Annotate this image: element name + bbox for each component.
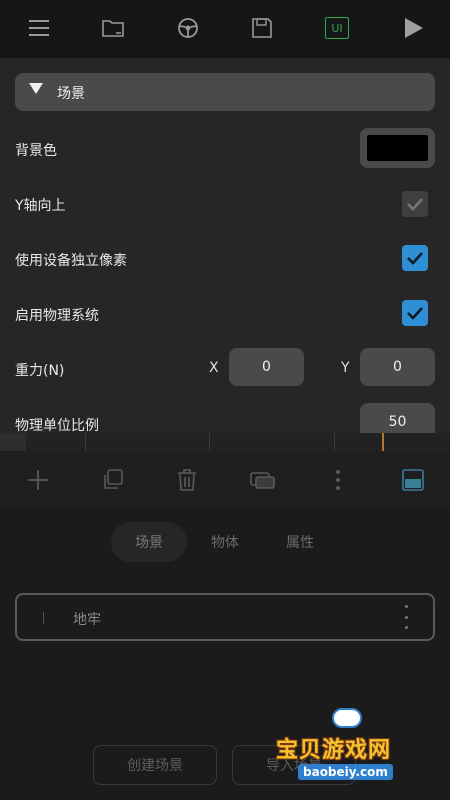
check-icon	[407, 198, 423, 211]
hierarchy-toolbar	[0, 451, 450, 509]
check-icon	[407, 252, 423, 265]
watermark-logo: 宝贝游戏网 baobeiy.com	[276, 706, 446, 786]
y-axis-up-label: Y轴向上	[15, 198, 66, 214]
collapse-arrow-icon	[29, 83, 43, 94]
enable-physics-checkbox[interactable]	[402, 300, 428, 326]
tab-objects[interactable]: 物体	[187, 522, 263, 562]
gravity-label: 重力(N)	[15, 363, 65, 379]
layers-icon[interactable]	[249, 466, 277, 494]
scene-list-item[interactable]: 地牢	[15, 593, 435, 641]
duplicate-icon[interactable]	[99, 466, 127, 494]
device-pixels-label: 使用设备独立像素	[15, 253, 127, 269]
splitter-tick	[85, 433, 86, 451]
more-vertical-icon[interactable]	[324, 466, 352, 494]
tab-scene[interactable]: 场景	[111, 522, 187, 562]
panel-toggle-icon[interactable]	[399, 466, 427, 494]
menu-icon[interactable]	[25, 14, 53, 42]
trash-icon[interactable]	[173, 466, 201, 494]
color-swatch-fill	[367, 135, 428, 161]
top-toolbar: UI	[0, 0, 450, 58]
watermark-url: baobeiy.com	[298, 764, 393, 780]
scene-section-header[interactable]: 场景	[15, 73, 435, 111]
steering-wheel-icon[interactable]	[174, 14, 202, 42]
splitter-tick	[209, 433, 210, 451]
scene-name: 地牢	[73, 612, 101, 628]
panel-splitter[interactable]	[0, 433, 450, 451]
ui-label: UI	[325, 17, 349, 39]
background-color-picker[interactable]	[360, 128, 435, 168]
play-icon[interactable]	[399, 14, 427, 42]
splitter-grip[interactable]	[0, 433, 26, 451]
physics-unit-label: 物理单位比例	[15, 418, 99, 433]
physics-unit-input[interactable]: 50	[360, 403, 435, 433]
splitter-tick	[334, 433, 335, 451]
tab-properties[interactable]: 属性	[262, 522, 338, 562]
enable-physics-label: 启用物理系统	[15, 308, 99, 324]
properties-panel: 场景 背景色 Y轴向上 使用设备独立像素 启用物理系统 重力(N) X 0 Y …	[0, 58, 450, 433]
gamepad-icon	[332, 708, 362, 728]
gravity-x-input[interactable]: 0	[229, 348, 304, 386]
folder-icon[interactable]	[99, 14, 127, 42]
tree-indent-line	[43, 612, 44, 624]
gravity-y-input[interactable]: 0	[360, 348, 435, 386]
background-color-label: 背景色	[15, 143, 57, 159]
ui-icon[interactable]: UI	[323, 14, 351, 42]
add-icon[interactable]	[24, 466, 52, 494]
device-pixels-checkbox[interactable]	[402, 245, 428, 271]
check-icon	[407, 307, 423, 320]
gravity-x-label: X	[209, 360, 219, 376]
section-title: 场景	[57, 86, 85, 102]
gravity-y-label: Y	[341, 360, 350, 376]
y-axis-up-checkbox[interactable]	[402, 191, 428, 217]
watermark-title: 宝贝游戏网	[276, 738, 392, 763]
create-scene-button[interactable]: 创建场景	[93, 745, 217, 785]
splitter-marker	[382, 433, 384, 451]
save-icon[interactable]	[248, 14, 276, 42]
more-vertical-icon[interactable]	[403, 605, 409, 629]
